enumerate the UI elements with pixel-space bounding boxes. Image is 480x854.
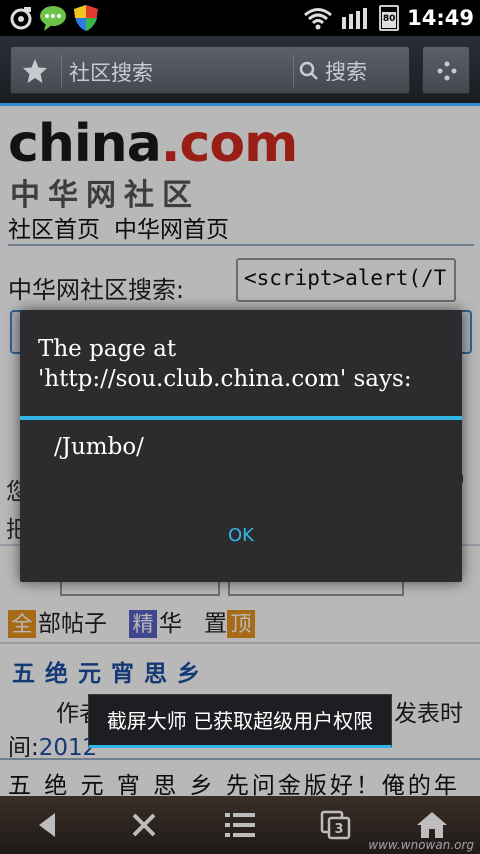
browser-bottom-bar: 3 www.wnowan.org: [0, 796, 480, 854]
home-icon: [417, 812, 447, 838]
back-icon: [39, 813, 55, 837]
battery-icon: 80: [379, 5, 400, 31]
address-text[interactable]: 社区搜索: [69, 57, 153, 87]
system-icons: 80 14:49: [303, 0, 474, 36]
signal-icon: [342, 8, 368, 29]
clock: 14:49: [407, 6, 474, 30]
search-button[interactable]: 搜索: [299, 53, 367, 89]
search-icon: [299, 61, 318, 80]
browser-menu-button[interactable]: [422, 46, 470, 94]
menu-button[interactable]: [192, 796, 288, 854]
chat-bubble-icon: [40, 6, 66, 31]
address-bar[interactable]: 社区搜索 搜索: [10, 46, 410, 94]
dialog-divider: [20, 416, 462, 420]
tab-count: 3: [334, 822, 343, 837]
ok-button[interactable]: OK: [20, 506, 462, 566]
watermark: www.wnowan.org: [368, 838, 474, 852]
battery-level-text: 80: [382, 14, 396, 24]
status-bar: 80 14:49: [0, 0, 480, 36]
close-icon: [132, 813, 156, 837]
menu-list-icon: [225, 813, 255, 837]
alert-dialog: The page at 'http://sou.club.china.com' …: [20, 310, 462, 582]
divider: [61, 55, 62, 87]
dialog-message: /Jumbo/: [54, 434, 144, 460]
bookmark-star-icon[interactable]: [21, 57, 49, 85]
tabs-icon: 3: [320, 810, 351, 840]
browser-toolbar: 社区搜索 搜索: [0, 36, 480, 106]
divider: [293, 55, 294, 87]
notification-icons: [8, 4, 100, 32]
stop-button[interactable]: [96, 796, 192, 854]
screen-capture-icon: [10, 7, 32, 30]
wifi-icon: [304, 8, 333, 30]
dialog-title: The page at 'http://sou.club.china.com' …: [38, 336, 412, 392]
toast-message: 截屏大师 已获取超级用户权限: [88, 694, 392, 748]
dots-grid-icon: [437, 61, 457, 81]
shield-icon: [74, 5, 98, 31]
search-button-label: 搜索: [325, 60, 367, 84]
back-button[interactable]: [0, 796, 96, 854]
